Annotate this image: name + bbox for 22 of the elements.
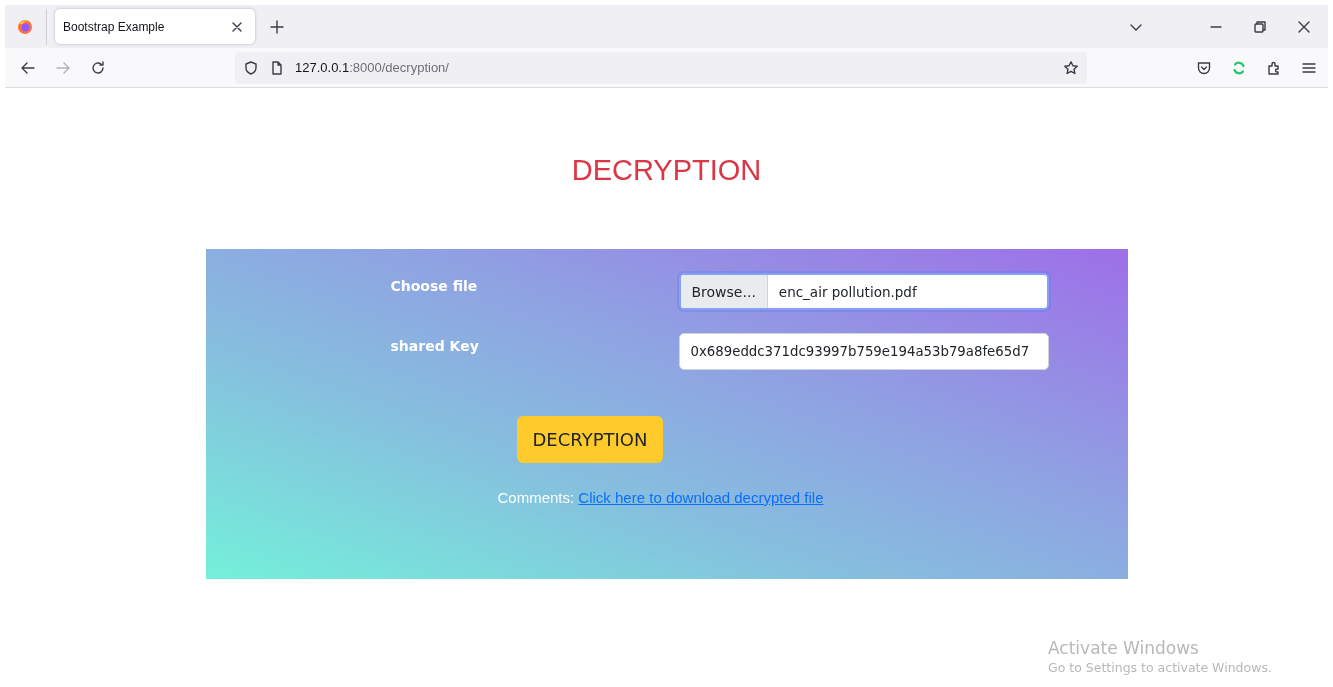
browser-tab[interactable]: Bootstrap Example: [55, 9, 255, 44]
decryption-button[interactable]: DECRYPTION: [516, 416, 664, 463]
url-text: 127.0.0.1:8000/decryption/: [295, 60, 449, 75]
activation-text: Go to Settings to activate Windows.: [1048, 660, 1272, 675]
file-input[interactable]: Browse... enc_air pollution.pdf: [678, 273, 1049, 310]
restore-icon[interactable]: [1252, 18, 1268, 35]
activation-title: Activate Windows: [1048, 638, 1200, 658]
tab-title: Bootstrap Example: [63, 19, 165, 34]
reload-icon[interactable]: [90, 59, 106, 76]
page-icon: [269, 59, 285, 76]
shield-icon: [243, 59, 259, 76]
comment-label: Comments:: [497, 489, 576, 506]
firefox-icon[interactable]: [17, 18, 33, 35]
pocket-icon[interactable]: [1196, 59, 1212, 76]
plus-icon[interactable]: [269, 18, 285, 35]
page-heading: DECRYPTION: [571, 154, 762, 188]
star-icon[interactable]: [1063, 59, 1079, 76]
puzzle-icon[interactable]: [1266, 59, 1282, 76]
address-bar[interactable]: 127.0.0.1:8000/decryption/: [235, 51, 1087, 84]
key-input[interactable]: 0x689eddc371dc93997b759e194a53b79a8fe65d7: [678, 333, 1049, 370]
field-label: Choose file: [390, 277, 479, 294]
field-label: shared Key: [390, 337, 480, 354]
